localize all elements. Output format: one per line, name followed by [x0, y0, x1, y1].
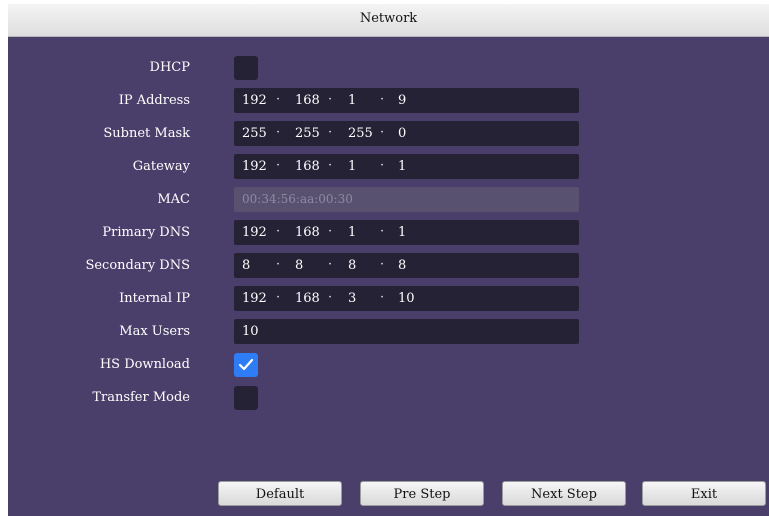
- subnet-mask-octet-1[interactable]: 255: [242, 126, 267, 141]
- gateway-octet-3[interactable]: 1: [348, 159, 356, 174]
- secondary-dns-octet-2[interactable]: 8: [295, 258, 303, 273]
- ip-address-octet-3[interactable]: 1: [348, 93, 356, 108]
- row-transfer-mode: Transfer Mode: [8, 385, 769, 411]
- internal-ip-field[interactable]: 192 · 168 · 3 · 10: [234, 286, 579, 311]
- row-ip-address: IP Address 192 · 168 · 1 · 9: [8, 88, 769, 114]
- ip-separator: ·: [380, 290, 385, 305]
- subnet-mask-octet-3[interactable]: 255: [348, 126, 373, 141]
- ip-separator: ·: [380, 125, 385, 140]
- hs-download-checkbox[interactable]: [234, 353, 258, 377]
- secondary-dns-field[interactable]: 8 · 8 · 8 · 8: [234, 253, 579, 278]
- subnet-mask-field[interactable]: 255 · 255 · 255 · 0: [234, 121, 579, 146]
- ip-separator: ·: [328, 257, 333, 272]
- ip-address-field[interactable]: 192 · 168 · 1 · 9: [234, 88, 579, 113]
- ip-separator: ·: [380, 158, 385, 173]
- next-step-button[interactable]: Next Step: [502, 481, 626, 506]
- row-secondary-dns: Secondary DNS 8 · 8 · 8 · 8: [8, 253, 769, 279]
- internal-ip-octet-2[interactable]: 168: [295, 291, 320, 306]
- checkmark-icon: [238, 358, 254, 371]
- secondary-dns-label: Secondary DNS: [85, 258, 190, 273]
- ip-separator: ·: [380, 257, 385, 272]
- max-users-field[interactable]: 10: [234, 319, 579, 344]
- row-internal-ip: Internal IP 192 · 168 · 3 · 10: [8, 286, 769, 312]
- row-gateway: Gateway 192 · 168 · 1 · 1: [8, 154, 769, 180]
- ip-separator: ·: [276, 92, 281, 107]
- gateway-octet-1[interactable]: 192: [242, 159, 267, 174]
- internal-ip-octet-3[interactable]: 3: [348, 291, 356, 306]
- row-dhcp: DHCP: [8, 55, 769, 81]
- row-hs-download: HS Download: [8, 352, 769, 378]
- ip-separator: ·: [380, 224, 385, 239]
- primary-dns-octet-2[interactable]: 168: [295, 225, 320, 240]
- primary-dns-label: Primary DNS: [102, 225, 190, 240]
- primary-dns-octet-3[interactable]: 1: [348, 225, 356, 240]
- ip-separator: ·: [328, 92, 333, 107]
- gateway-octet-2[interactable]: 168: [295, 159, 320, 174]
- gateway-field[interactable]: 192 · 168 · 1 · 1: [234, 154, 579, 179]
- subnet-mask-label: Subnet Mask: [103, 126, 190, 141]
- internal-ip-octet-1[interactable]: 192: [242, 291, 267, 306]
- row-primary-dns: Primary DNS 192 · 168 · 1 · 1: [8, 220, 769, 246]
- ip-separator: ·: [276, 257, 281, 272]
- pre-step-button[interactable]: Pre Step: [360, 481, 484, 506]
- ip-separator: ·: [276, 224, 281, 239]
- ip-separator: ·: [328, 125, 333, 140]
- transfer-mode-checkbox[interactable]: [234, 386, 258, 410]
- dhcp-label: DHCP: [149, 60, 190, 75]
- dhcp-checkbox[interactable]: [234, 56, 258, 80]
- ip-separator: ·: [276, 125, 281, 140]
- gateway-label: Gateway: [132, 159, 190, 174]
- ip-address-label: IP Address: [118, 93, 190, 108]
- ip-separator: ·: [380, 92, 385, 107]
- mac-field: 00:34:56:aa:00:30: [234, 187, 579, 212]
- primary-dns-field[interactable]: 192 · 168 · 1 · 1: [234, 220, 579, 245]
- gateway-octet-4[interactable]: 1: [398, 159, 406, 174]
- secondary-dns-octet-3[interactable]: 8: [348, 258, 356, 273]
- primary-dns-octet-1[interactable]: 192: [242, 225, 267, 240]
- row-subnet-mask: Subnet Mask 255 · 255 · 255 · 0: [8, 121, 769, 147]
- secondary-dns-octet-4[interactable]: 8: [398, 258, 406, 273]
- ip-separator: ·: [276, 158, 281, 173]
- mac-label: MAC: [157, 192, 190, 207]
- ip-separator: ·: [328, 224, 333, 239]
- internal-ip-octet-4[interactable]: 10: [398, 291, 415, 306]
- exit-button[interactable]: Exit: [642, 481, 766, 506]
- secondary-dns-octet-1[interactable]: 8: [242, 258, 250, 273]
- ip-address-octet-4[interactable]: 9: [398, 93, 406, 108]
- ip-separator: ·: [328, 158, 333, 173]
- internal-ip-label: Internal IP: [119, 291, 190, 306]
- hs-download-label: HS Download: [99, 357, 190, 372]
- primary-dns-octet-4[interactable]: 1: [398, 225, 406, 240]
- dialog-title: Network: [359, 11, 418, 26]
- row-mac: MAC 00:34:56:aa:00:30: [8, 187, 769, 213]
- mac-value: 00:34:56:aa:00:30: [242, 192, 353, 206]
- default-button[interactable]: Default: [218, 481, 342, 506]
- network-dialog: Network DHCP IP Address 192 · 168 · 1 · …: [8, 4, 769, 516]
- ip-address-octet-1[interactable]: 192: [242, 93, 267, 108]
- row-max-users: Max Users 10: [8, 319, 769, 345]
- ip-separator: ·: [276, 290, 281, 305]
- subnet-mask-octet-4[interactable]: 0: [398, 126, 406, 141]
- ip-separator: ·: [328, 290, 333, 305]
- ip-address-octet-2[interactable]: 168: [295, 93, 320, 108]
- subnet-mask-octet-2[interactable]: 255: [295, 126, 320, 141]
- max-users-value: 10: [242, 324, 259, 339]
- transfer-mode-label: Transfer Mode: [92, 390, 190, 405]
- title-bar: Network: [8, 4, 769, 37]
- max-users-label: Max Users: [119, 324, 190, 339]
